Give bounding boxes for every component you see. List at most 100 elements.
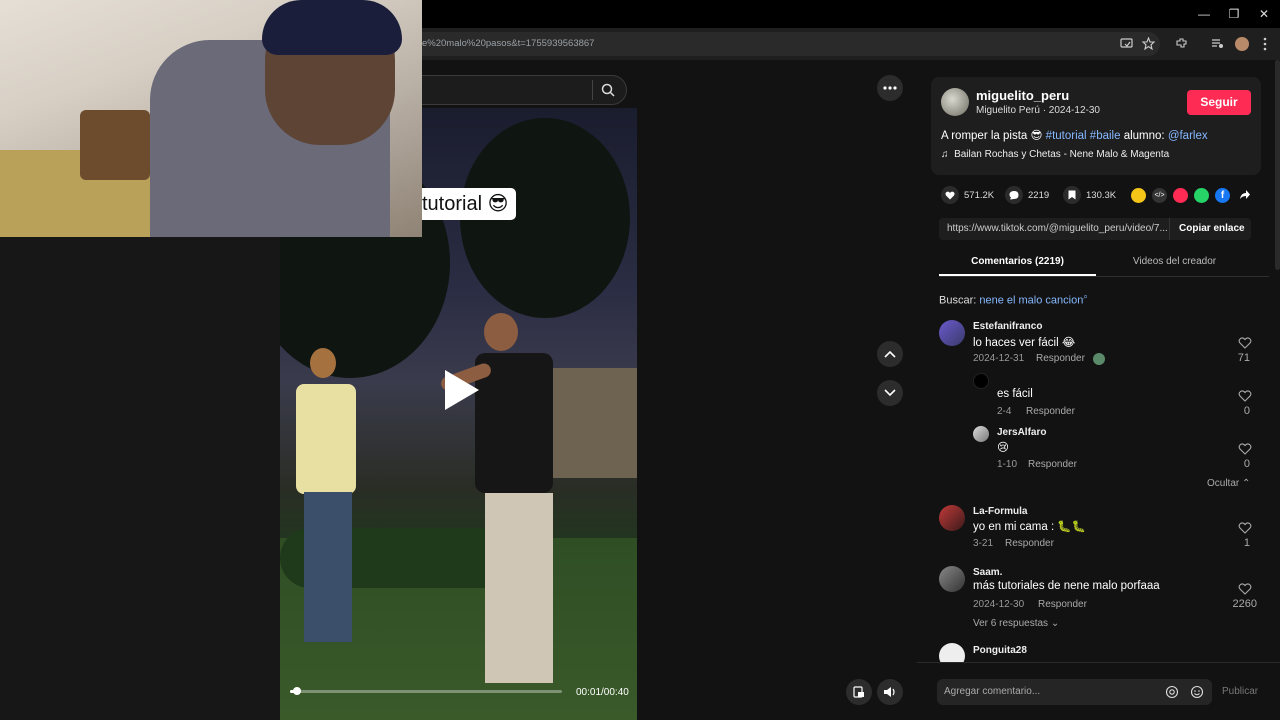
reply-text: 😢: [997, 442, 1009, 454]
play-icon[interactable]: [441, 368, 481, 412]
reply-date: 1-10: [997, 459, 1018, 470]
tab-comments[interactable]: Comentarios (2219): [939, 256, 1096, 267]
facebook-icon[interactable]: f: [1215, 188, 1230, 203]
comment-like-count: 71: [1237, 352, 1250, 364]
video-link[interactable]: https://www.tiktok.com/@miguelito_peru/v…: [947, 223, 1167, 234]
coin-icon[interactable]: [1131, 188, 1146, 203]
comment-date: 3-21: [973, 538, 994, 549]
reply-button[interactable]: Responder: [1028, 459, 1077, 470]
save-icon[interactable]: [1063, 186, 1081, 204]
share-arrow-icon[interactable]: [1239, 189, 1251, 201]
person-pants: [485, 493, 553, 683]
media-controls-icon[interactable]: [1211, 38, 1224, 50]
comment-count: 2219: [1028, 190, 1050, 201]
emoji-icon[interactable]: [1190, 685, 1204, 699]
video-time: 00:01/00:40: [576, 687, 629, 698]
panel-scrollbar[interactable]: [1275, 60, 1280, 270]
video-caption: tutorial 😎: [414, 188, 516, 220]
hashtag-link[interactable]: #baile: [1090, 130, 1121, 142]
browser-menu-icon[interactable]: [1262, 37, 1268, 51]
webcam-overlay: [0, 0, 422, 237]
comment-avatar[interactable]: [939, 566, 965, 592]
reply-date: 2-4: [997, 406, 1012, 417]
person-head: [484, 313, 518, 351]
reply-avatar[interactable]: [973, 426, 989, 442]
whatsapp-icon[interactable]: [1194, 188, 1209, 203]
search-icon[interactable]: [601, 83, 615, 97]
comment-heart-icon[interactable]: [1238, 582, 1252, 596]
close-icon[interactable]: ✕: [1256, 6, 1272, 22]
comment-like-count: 2260: [1232, 598, 1257, 610]
description-text: alumno:: [1120, 130, 1168, 142]
music-note-icon: ♫: [941, 149, 955, 160]
tab-divider: [939, 276, 1269, 277]
view-replies-button[interactable]: Ver 6 respuestas ⌄: [973, 618, 1059, 629]
author-avatar[interactable]: [941, 88, 969, 116]
reply-avatar[interactable]: [973, 373, 989, 389]
person-shirt: [296, 384, 356, 494]
publish-button[interactable]: Publicar: [1222, 686, 1258, 697]
comment-heart-icon[interactable]: [1238, 389, 1252, 403]
comment-author[interactable]: Saam.: [973, 567, 1002, 578]
address-bar-url: e%20malo%20pasos&t=1755939563867: [422, 38, 595, 49]
bookmark-star-icon[interactable]: [1142, 37, 1155, 50]
comment-heart-icon[interactable]: [1238, 442, 1252, 456]
cast-icon[interactable]: [1120, 38, 1133, 50]
person-jeans: [304, 492, 352, 642]
link-divider: [1169, 218, 1170, 240]
follow-button[interactable]: Seguir: [1187, 90, 1251, 115]
author-username[interactable]: miguelito_peru: [976, 88, 1069, 103]
comment-icon[interactable]: [1005, 186, 1023, 204]
description-text: A romper la pista 😎: [941, 130, 1046, 142]
comment-date: 2024-12-31: [973, 353, 1025, 364]
comment-like-count: 0: [1243, 405, 1250, 417]
person-head: [310, 348, 336, 378]
tab-creator-videos[interactable]: Videos del creador: [1096, 256, 1253, 267]
chevron-up-icon: ⌃: [1242, 478, 1251, 489]
pip-button[interactable]: [846, 679, 872, 705]
copy-link-button[interactable]: Copiar enlace: [1179, 223, 1245, 234]
hashtag-link[interactable]: #tutorial: [1046, 130, 1087, 142]
hide-replies-button[interactable]: Ocultar ⌃: [1207, 478, 1250, 489]
more-options-button[interactable]: [877, 75, 903, 101]
save-count: 130.3K: [1086, 190, 1117, 201]
restore-icon[interactable]: ❐: [1226, 6, 1242, 22]
comment-author[interactable]: Estefanifranco: [973, 321, 1042, 332]
profile-avatar[interactable]: [1235, 37, 1249, 51]
previous-video-button[interactable]: [877, 341, 903, 367]
mention-link[interactable]: @farlex: [1168, 130, 1208, 142]
reply-button[interactable]: Responder: [1026, 406, 1075, 417]
comment-avatar[interactable]: [939, 505, 965, 531]
minimize-icon[interactable]: —: [1196, 6, 1212, 22]
volume-button[interactable]: [877, 679, 903, 705]
reply-button[interactable]: Responder: [1038, 599, 1087, 610]
search-divider: [592, 80, 593, 100]
related-search-query[interactable]: nene el malo cancion: [979, 295, 1083, 307]
reply-button[interactable]: Responder: [1036, 353, 1085, 364]
video-progress-track[interactable]: [290, 690, 562, 693]
mention-icon[interactable]: [1165, 685, 1179, 699]
extensions-icon[interactable]: [1175, 37, 1188, 50]
comment-avatar[interactable]: [939, 320, 965, 346]
creator-liked-avatar: [1093, 353, 1105, 365]
comment-date: 2024-12-30: [973, 599, 1025, 610]
comment-heart-icon[interactable]: [1238, 521, 1252, 535]
video-description: A romper la pista 😎 #tutorial #baile alu…: [941, 128, 1208, 142]
related-search-prefix: Buscar:: [939, 294, 980, 307]
next-video-button[interactable]: [877, 380, 903, 406]
related-search[interactable]: Buscar: nene el malo cancion⌕: [939, 292, 1088, 307]
like-icon[interactable]: [941, 186, 959, 204]
comment-heart-icon[interactable]: [1238, 336, 1252, 350]
comment-placeholder: Agregar comentario...: [944, 686, 1041, 697]
comment-author[interactable]: Ponguita28: [973, 645, 1027, 656]
reply-button[interactable]: Responder: [1005, 538, 1054, 549]
reply-author[interactable]: JersAlfaro: [997, 427, 1046, 438]
embed-icon[interactable]: </>: [1152, 188, 1167, 203]
view-replies-label: Ver 6 respuestas: [973, 618, 1049, 629]
video-progress-handle[interactable]: [292, 687, 301, 695]
comment-author[interactable]: La-Formula: [973, 506, 1027, 517]
chevron-down-icon: ⌄: [1050, 618, 1060, 629]
send-icon[interactable]: [1173, 188, 1188, 203]
music-track[interactable]: ♫ Bailan Rochas y Chetas - Nene Malo & M…: [941, 149, 1169, 160]
comment-like-count: 1: [1243, 537, 1250, 549]
